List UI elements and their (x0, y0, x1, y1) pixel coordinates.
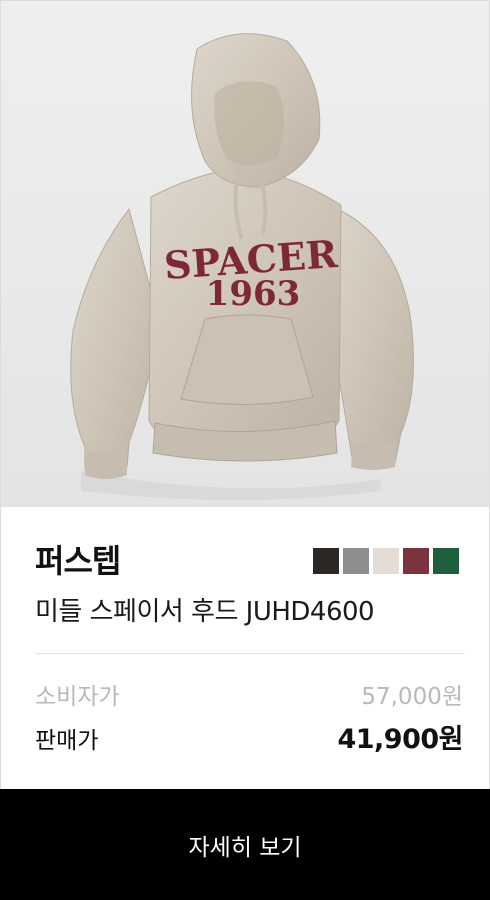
color-swatch[interactable] (403, 548, 429, 574)
original-price: 57,000원 (361, 684, 463, 710)
hoodie-print-line2: 1963 (206, 274, 301, 314)
sale-price-label: 판매가 (35, 728, 99, 754)
divider (35, 653, 465, 654)
view-details-button[interactable]: 자세히 보기 (0, 789, 490, 900)
brand-name: 퍼스텝 (35, 542, 121, 580)
product-image[interactable]: SPACER 1963 (1, 1, 489, 507)
sale-price: 41,900원 (337, 724, 463, 755)
color-swatch[interactable] (433, 548, 459, 574)
color-swatches (313, 548, 459, 574)
product-name: 미들 스페이서 후드 JUHD4600 (35, 597, 375, 627)
color-swatch[interactable] (373, 548, 399, 574)
color-swatch[interactable] (313, 548, 339, 574)
original-price-label: 소비자가 (35, 684, 120, 710)
original-price-row: 소비자가 57,000원 (35, 677, 463, 711)
sale-price-row: 판매가 41,900원 (35, 717, 463, 756)
color-swatch[interactable] (343, 548, 369, 574)
product-card: SPACER 1963 퍼스텝 미들 스페이서 후드 JUHD4600 소비자가… (0, 0, 490, 900)
product-info: 퍼스텝 미들 스페이서 후드 JUHD4600 소비자가 57,000원 판매가… (1, 507, 489, 789)
